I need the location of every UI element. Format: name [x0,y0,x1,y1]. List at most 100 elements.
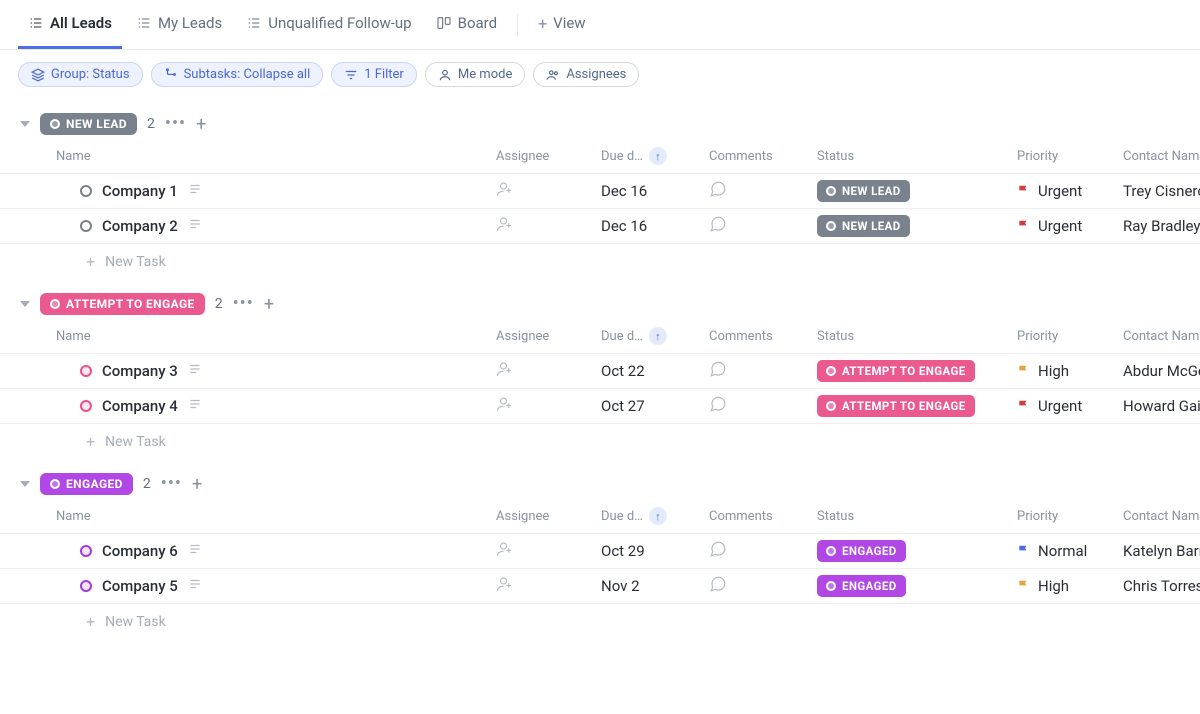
due-cell[interactable]: Dec 16 [601,217,709,235]
status-cell[interactable]: ATTEMPT TO ENGAGE [817,360,1017,382]
status-cell[interactable]: ENGAGED [817,540,1017,562]
col-priority[interactable]: Priority [1017,509,1123,524]
task-description-icon[interactable] [188,362,202,380]
task-name[interactable]: Company 1 [102,182,178,200]
chip-filter[interactable]: 1 Filter [331,62,417,87]
group-add-task[interactable]: + [264,294,274,315]
col-priority[interactable]: Priority [1017,149,1123,164]
collapse-toggle[interactable] [20,301,30,307]
collapse-toggle[interactable] [20,121,30,127]
table-row[interactable]: Company 6 Oct 29 ENGAGED Normal Katelyn … [0,534,1200,569]
assignee-cell[interactable] [496,360,601,382]
col-contact[interactable]: Contact Name [1123,509,1200,524]
col-name[interactable]: Name [56,509,496,524]
col-assignee[interactable]: Assignee [496,509,601,524]
status-cell[interactable]: ATTEMPT TO ENGAGE [817,395,1017,417]
assignee-cell[interactable] [496,215,601,237]
table-row[interactable]: Company 3 Oct 22 ATTEMPT TO ENGAGE High … [0,354,1200,389]
col-priority[interactable]: Priority [1017,329,1123,344]
due-cell[interactable]: Oct 27 [601,397,709,415]
task-description-icon[interactable] [188,217,202,235]
status-cell[interactable]: NEW LEAD [817,215,1017,237]
col-assignee[interactable]: Assignee [496,149,601,164]
contact-cell[interactable]: Chris Torres [1123,577,1200,595]
new-task-row[interactable]: + New Task [0,424,1200,459]
status-cell[interactable]: ENGAGED [817,575,1017,597]
chip-group[interactable]: Group: Status [18,62,143,87]
comments-cell[interactable] [709,215,817,237]
sort-asc-icon[interactable]: ↑ [649,147,667,165]
new-task-row[interactable]: + New Task [0,604,1200,639]
collapse-toggle[interactable] [20,481,30,487]
task-name[interactable]: Company 4 [102,397,178,415]
assignee-cell[interactable] [496,395,601,417]
tab-add-view[interactable]: + View [528,0,596,49]
group-more-menu[interactable]: ••• [161,479,182,489]
priority-cell[interactable]: High [1017,577,1123,595]
table-row[interactable]: Company 5 Nov 2 ENGAGED High Chris Torre… [0,569,1200,604]
task-description-icon[interactable] [188,577,202,595]
due-cell[interactable]: Oct 29 [601,542,709,560]
col-comments[interactable]: Comments [709,509,817,524]
tab-my-leads[interactable]: My Leads [126,0,232,49]
contact-cell[interactable]: Howard Gaines [1123,397,1200,415]
assignee-cell[interactable] [496,180,601,202]
group-add-task[interactable]: + [196,114,206,135]
comments-cell[interactable] [709,360,817,382]
comments-cell[interactable] [709,395,817,417]
status-cell[interactable]: NEW LEAD [817,180,1017,202]
col-due[interactable]: Due d… ↑ [601,507,709,525]
task-name[interactable]: Company 2 [102,217,178,235]
col-contact[interactable]: Contact Name [1123,329,1200,344]
contact-cell[interactable]: Trey Cisneros [1123,182,1200,200]
col-status[interactable]: Status [817,329,1017,344]
table-row[interactable]: Company 2 Dec 16 NEW LEAD Urgent Ray Bra… [0,209,1200,244]
priority-cell[interactable]: Urgent [1017,397,1123,415]
status-dot-icon[interactable] [80,185,92,197]
due-cell[interactable]: Dec 16 [601,182,709,200]
task-description-icon[interactable] [188,182,202,200]
group-status-pill[interactable]: ENGAGED [40,473,133,495]
priority-cell[interactable]: Urgent [1017,182,1123,200]
col-name[interactable]: Name [56,149,496,164]
sort-asc-icon[interactable]: ↑ [649,327,667,345]
assignee-cell[interactable] [496,540,601,562]
col-due[interactable]: Due d… ↑ [601,147,709,165]
status-dot-icon[interactable] [80,545,92,557]
col-comments[interactable]: Comments [709,329,817,344]
status-dot-icon[interactable] [80,365,92,377]
chip-assignees[interactable]: Assignees [533,62,639,87]
col-assignee[interactable]: Assignee [496,329,601,344]
comments-cell[interactable] [709,575,817,597]
priority-cell[interactable]: High [1017,362,1123,380]
contact-cell[interactable]: Abdur McGee [1123,362,1200,380]
task-name[interactable]: Company 3 [102,362,178,380]
task-name[interactable]: Company 5 [102,577,178,595]
task-name[interactable]: Company 6 [102,542,178,560]
contact-cell[interactable]: Katelyn Barron [1123,542,1200,560]
priority-cell[interactable]: Urgent [1017,217,1123,235]
comments-cell[interactable] [709,540,817,562]
task-description-icon[interactable] [188,542,202,560]
priority-cell[interactable]: Normal [1017,542,1123,560]
col-name[interactable]: Name [56,329,496,344]
table-row[interactable]: Company 1 Dec 16 NEW LEAD Urgent Trey Ci… [0,174,1200,209]
group-more-menu[interactable]: ••• [233,299,254,309]
status-dot-icon[interactable] [80,220,92,232]
comments-cell[interactable] [709,180,817,202]
due-cell[interactable]: Oct 22 [601,362,709,380]
due-cell[interactable]: Nov 2 [601,577,709,595]
col-due[interactable]: Due d… ↑ [601,327,709,345]
new-task-row[interactable]: + New Task [0,244,1200,279]
task-description-icon[interactable] [188,397,202,415]
status-dot-icon[interactable] [80,580,92,592]
tab-unqualified[interactable]: Unqualified Follow-up [236,0,421,49]
col-comments[interactable]: Comments [709,149,817,164]
sort-asc-icon[interactable]: ↑ [649,507,667,525]
group-more-menu[interactable]: ••• [165,119,186,129]
chip-me-mode[interactable]: Me mode [425,62,526,87]
tab-board[interactable]: Board [426,0,507,49]
status-dot-icon[interactable] [80,400,92,412]
col-status[interactable]: Status [817,149,1017,164]
group-add-task[interactable]: + [192,474,202,495]
